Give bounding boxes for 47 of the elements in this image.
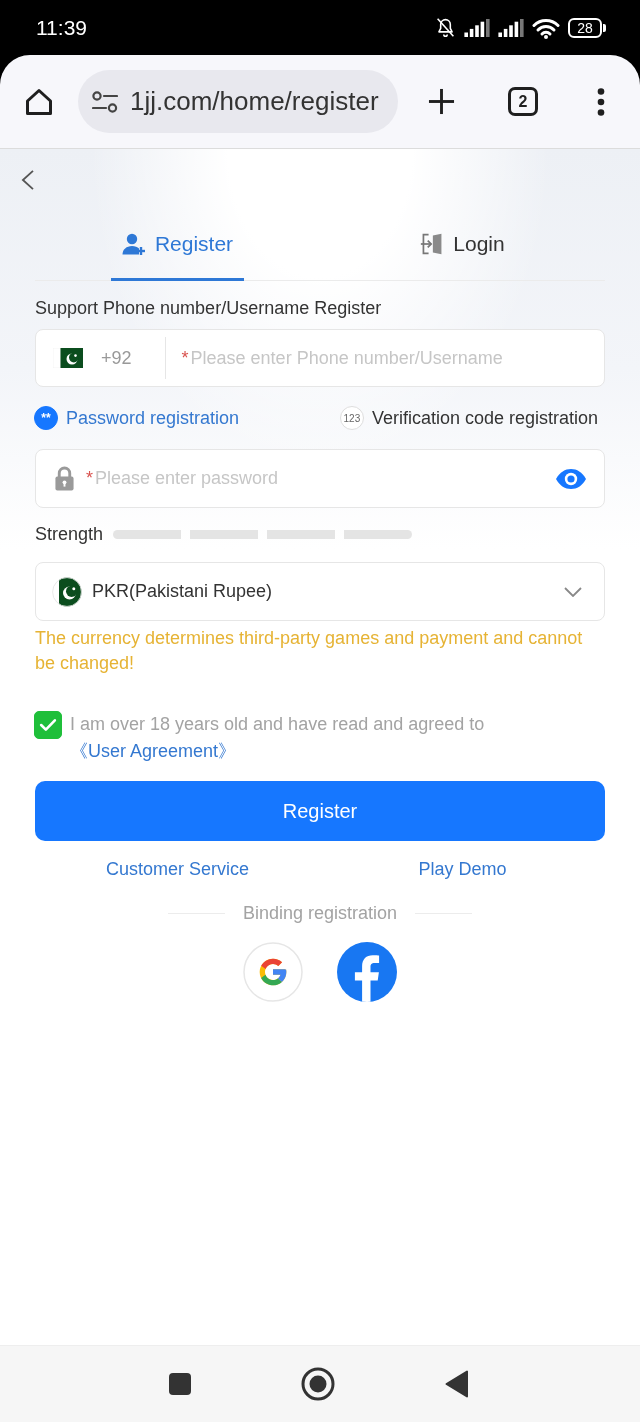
lock-icon [54, 466, 75, 491]
form-tab[interactable]: Register [110, 209, 245, 281]
password-field[interactable]: *Please enter password [35, 449, 605, 508]
person-add-icon [121, 231, 146, 256]
agreement-text: I am over 18 years old and have read and agreed to 《User Agreement》 [70, 713, 486, 763]
pakistan-flag-icon[interactable] [53, 348, 83, 368]
binding-title: Binding registration [242, 902, 398, 925]
signal-icon [464, 18, 490, 37]
plus-icon[interactable] [428, 88, 455, 115]
facebook-icon[interactable] [337, 942, 397, 1002]
site-settings-icon[interactable] [92, 90, 118, 113]
strength-label: Strength [35, 523, 104, 545]
back-triangle-icon[interactable] [445, 1370, 469, 1398]
wifi-icon [532, 16, 560, 39]
phone-field[interactable]: +92 *Please enter Phone number/Username [35, 329, 605, 387]
google-icon[interactable] [243, 942, 303, 1002]
currency-notice: The currency determines third-party games and payment and cannot be changed! [35, 627, 584, 675]
chevron-down-icon [564, 586, 582, 597]
muted-bell-icon [435, 16, 456, 39]
register-button[interactable]: Register [35, 781, 605, 841]
home-button-icon[interactable] [301, 1367, 335, 1401]
mode-badge: ** [34, 406, 58, 430]
registration-mode-option[interactable]: ** Password registration [34, 403, 240, 433]
eye-icon[interactable] [555, 467, 587, 490]
agreement-checkbox[interactable] [34, 711, 62, 739]
recent-apps-icon[interactable] [169, 1373, 191, 1395]
pakistan-flag-icon [52, 576, 82, 607]
menu-icon[interactable] [597, 87, 605, 116]
back-icon[interactable] [20, 169, 35, 191]
tab-switcher-button[interactable]: 2 [508, 87, 538, 116]
required-mark: * [86, 468, 93, 489]
form-tab[interactable]: Login [409, 209, 516, 281]
footer-link[interactable]: Play Demo [418, 857, 507, 881]
registration-mode-option[interactable]: 123 Verification code registration [339, 403, 598, 433]
battery-indicator: 28 [568, 17, 606, 38]
signal-icon [498, 18, 524, 37]
required-mark: * [181, 347, 189, 369]
user-agreement-link[interactable]: 《User Agreement》 [70, 741, 237, 761]
country-code[interactable]: +92 [101, 347, 132, 369]
footer-link[interactable]: Customer Service [105, 857, 249, 881]
currency-select[interactable]: PKR(Pakistani Rupee) [35, 562, 605, 621]
form-heading: Support Phone number/Username Register [35, 297, 383, 320]
password-input[interactable]: Please enter password [95, 468, 555, 489]
home-icon[interactable] [25, 87, 53, 116]
status-time: 11:39 [36, 15, 87, 40]
address-bar[interactable]: 1jj.com/home/register [78, 70, 398, 133]
mode-badge: 123 [339, 406, 364, 430]
